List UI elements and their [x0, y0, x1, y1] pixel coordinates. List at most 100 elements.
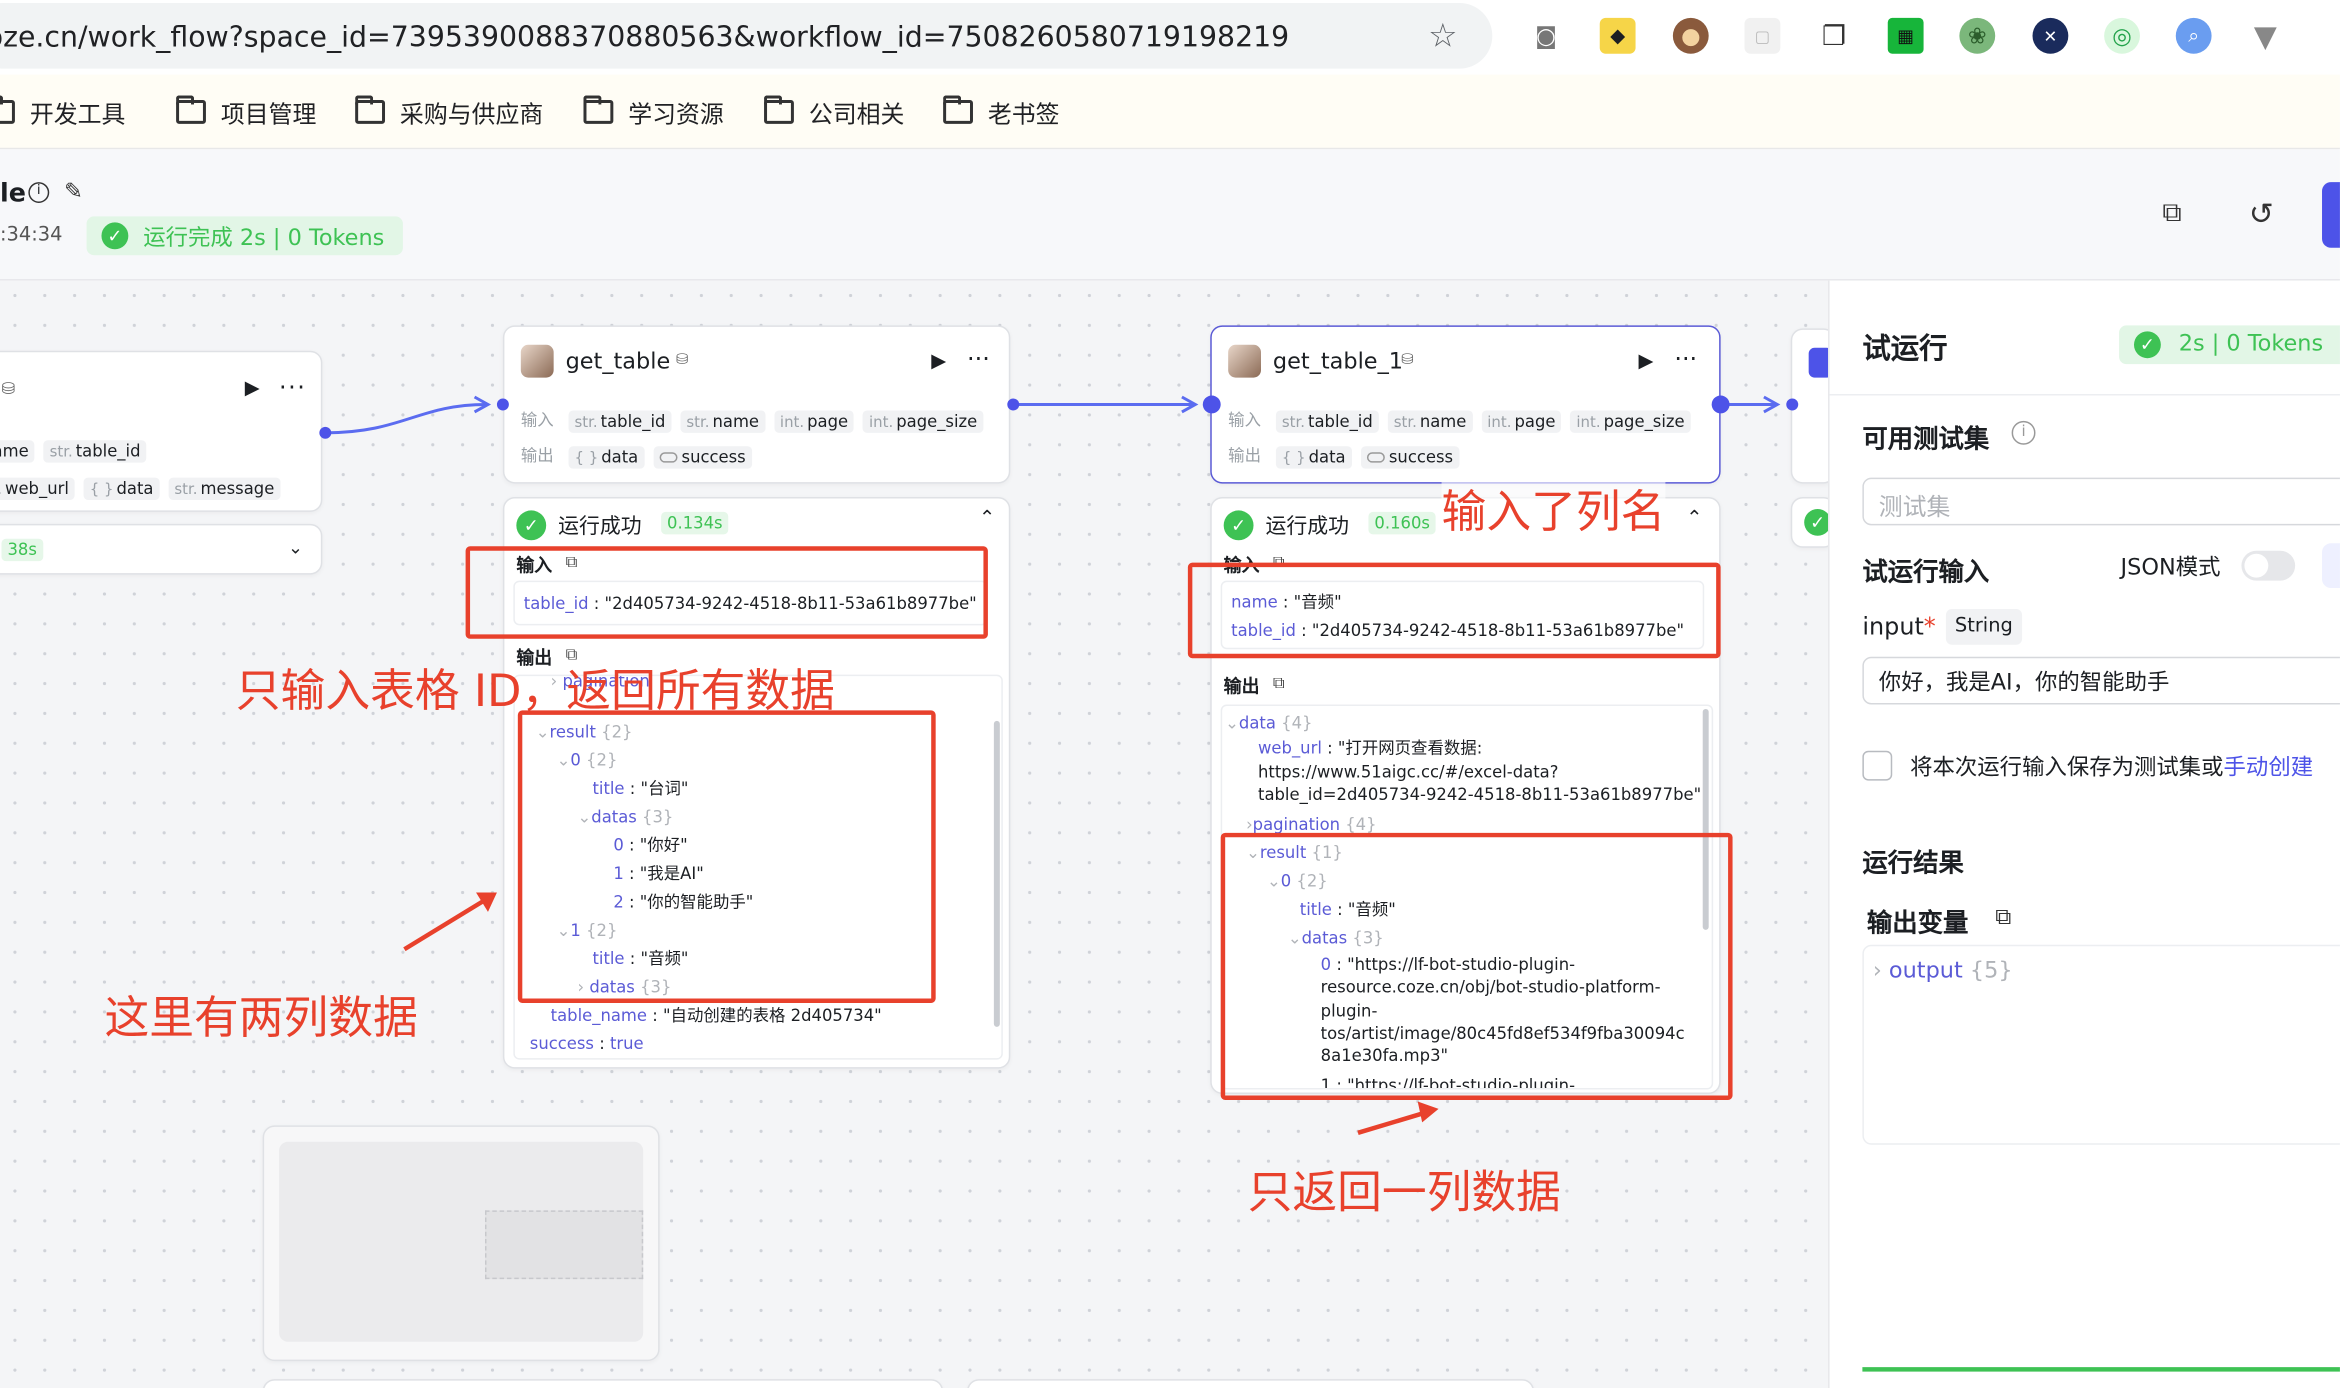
annotation-text-3: 输入了列名 [1441, 474, 1666, 541]
tree-table-name: table_name : "自动创建的表格 2d405734" [550, 1005, 882, 1026]
more-icon[interactable]: ··· [279, 373, 306, 401]
run-node-icon[interactable]: ▶ [931, 351, 946, 373]
more-icon[interactable]: ··· [1674, 345, 1697, 373]
panel-status-badge: ✓ 2s | 0 Tokens [2119, 325, 2340, 365]
green-swirl-extension-icon[interactable]: ◎ [2104, 17, 2140, 54]
chevron-up-icon[interactable]: ⌃ [979, 507, 995, 529]
v-extension-icon[interactable]: ▼ [2247, 18, 2283, 54]
input-port[interactable] [496, 398, 509, 411]
output-row-label: 输出 [520, 446, 554, 466]
output-port[interactable] [1007, 398, 1020, 411]
qr-extension-icon[interactable]: ▦ [1887, 17, 1924, 54]
chip: str. table_id [568, 410, 672, 433]
input-row-label: 输入 [1228, 410, 1261, 430]
publish-button[interactable] [2322, 182, 2340, 248]
chevron-down-icon[interactable]: ⌄ [288, 537, 303, 558]
time-tag: 38s [1, 538, 43, 562]
left-node-result[interactable]: 38s ⌄ [0, 523, 323, 575]
panel-edge-button[interactable] [2322, 543, 2340, 589]
db-icon: ⛁ [1, 379, 16, 399]
input-port[interactable] [1202, 395, 1221, 414]
bookmark-folder-project[interactable]: 项目管理 [176, 94, 316, 130]
chip: str. name [1387, 410, 1473, 433]
output-port[interactable] [1711, 395, 1730, 414]
input-port[interactable] [1786, 398, 1799, 411]
blank-extension-icon[interactable]: ▢ [1744, 17, 1781, 54]
output-tree-item[interactable]: › output {5} [1873, 957, 2013, 984]
result-status: 运行成功 [1265, 514, 1350, 539]
output-port[interactable] [319, 426, 332, 439]
copy-icon[interactable]: ⧉ [1273, 673, 1285, 694]
placeholder-node[interactable] [262, 1125, 660, 1362]
bookmark-folder-purchase[interactable]: 采购与供应商 [355, 94, 543, 130]
copy-icon[interactable]: ⧉ [2162, 197, 2181, 228]
workflow-header: le i ✎ :34:34 ✓ 运行完成 2s | 0 Tokens ⧉ ↺ [0, 149, 2340, 281]
check-circle-icon: ✓ [1223, 510, 1254, 541]
info-icon[interactable]: i [28, 182, 50, 203]
node-get-table-1[interactable]: get_table_1 ⛁ ▶ ··· 输入 str. table_id str. n… [1210, 325, 1721, 484]
bookmark-folder-dev[interactable]: 开发工具 [0, 94, 125, 130]
plugin-avatar [1228, 344, 1261, 378]
copy-icon[interactable]: ⧉ [1995, 903, 2011, 930]
check-circle-icon: ✓ [516, 510, 547, 541]
toggle-type-icon [1366, 452, 1385, 463]
chip: str. message [168, 477, 281, 500]
bookmark-star-icon[interactable]: ☆ [1428, 18, 1457, 55]
highlight-box-node1-input [465, 546, 988, 639]
testset-select[interactable]: 测试集 [1862, 477, 2340, 526]
save-testset-checkbox[interactable] [1862, 750, 1893, 781]
node-left-partial[interactable]: ⛁ ▶ ··· ame str.table_id r.web_url { }data… [0, 350, 323, 512]
time-tag: 0.160s [1368, 511, 1436, 535]
json-mode-label: JSON模式 [2120, 553, 2221, 581]
annotation-text-1: 只输入表格 ID，返回所有数据 [235, 665, 835, 718]
url-text[interactable]: coze.cn/work_flow?space_id=7395390088370… [0, 21, 1289, 54]
address-bar[interactable]: coze.cn/work_flow?space_id=7395390088370… [0, 2, 1493, 69]
folder-icon [583, 95, 614, 124]
input-chips: str. table_id str. name int. page int. page_siz… [568, 404, 993, 433]
testset-label: 可用测试集 [1862, 425, 1990, 456]
chevron-up-icon[interactable]: ⌃ [1686, 507, 1702, 529]
search-extension-icon[interactable]: ⌕ [2175, 17, 2212, 54]
result-status: 运行成功 [558, 514, 642, 539]
output-row-label: 输出 [1228, 446, 1261, 466]
copy-extension-icon[interactable]: ❐ [1816, 18, 1852, 54]
bookmark-folder-old[interactable]: 老书签 [943, 94, 1060, 130]
cookie-extension-icon[interactable]: ● [1672, 17, 1709, 54]
db-icon: ⛁ [1401, 352, 1414, 369]
browser-toolbar: coze.cn/work_flow?space_id=7395390088370… [0, 0, 2340, 75]
chip: r.web_url [0, 477, 75, 500]
chip: { } data [1275, 446, 1352, 469]
more-icon[interactable]: ··· [967, 345, 990, 373]
chip: { } data [568, 446, 645, 469]
chip: success [1360, 446, 1460, 469]
run-node-icon[interactable]: ▶ [245, 378, 260, 400]
scrollbar[interactable] [993, 720, 1000, 1027]
chip: str. table_id [1275, 410, 1379, 433]
history-icon[interactable]: ↺ [2249, 196, 2274, 232]
run-node-icon[interactable]: ▶ [1639, 351, 1654, 373]
save-testset-text: 将本次运行输入保存为测试集或手动创建 [1910, 753, 2314, 781]
tiger-extension-icon[interactable]: ◆ [1599, 17, 1636, 54]
dark-extension-icon[interactable]: ✕ [2032, 17, 2069, 54]
edit-icon[interactable]: ✎ [64, 178, 83, 205]
bookmark-folder-company[interactable]: 公司相关 [764, 94, 904, 130]
input-value-field[interactable]: 你好，我是AI，你的智能助手 [1862, 656, 2340, 705]
plugin-avatar [520, 344, 554, 378]
output-chips: { } data success [1275, 440, 1468, 469]
save-time: :34:34 [0, 223, 63, 247]
bookmark-folder-learning[interactable]: 学习资源 [583, 94, 724, 130]
time-tag: 0.134s [661, 511, 729, 535]
tree-success: success : true [529, 1034, 644, 1054]
leaf-extension-icon[interactable]: ❀ [1959, 17, 1996, 54]
workflow-title: le [0, 179, 26, 209]
camera-extension-icon[interactable]: ◙ [1528, 17, 1564, 54]
panel-title: 试运行 [1862, 332, 1948, 366]
chip: ame [0, 440, 35, 463]
info-icon[interactable]: i [2011, 420, 2036, 445]
manual-create-link[interactable]: 手动创建 [2224, 754, 2314, 781]
json-mode-toggle[interactable] [2241, 550, 2296, 581]
input-param-name: input* [1862, 611, 1936, 641]
node-get-table[interactable]: get_table ⛁ ▶ ··· 输入 str. table_id str. nam… [502, 325, 1011, 484]
placeholder-slot [484, 1210, 644, 1280]
chip: str. table_id [43, 440, 147, 463]
